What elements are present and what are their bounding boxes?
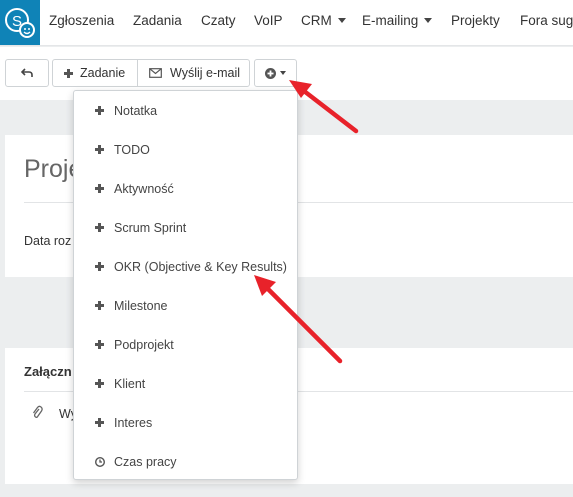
menu-item-label: Notatka [114,103,158,118]
send-email-label: Wyślij e-mail [170,66,241,80]
menu-item-aktywnosc[interactable]: Aktywność [74,169,297,208]
attachments-title: Załączn [24,364,72,379]
plus-icon [64,68,73,78]
logo-icon: S [5,8,35,38]
menu-item-notatka[interactable]: Notatka [74,91,297,130]
date-label: Data roz [24,234,72,248]
envelope-icon [149,68,162,78]
plus-icon [95,106,104,115]
chevron-down-icon [280,71,286,75]
nav-crm[interactable]: CRM [301,13,346,28]
reply-arrow-icon [21,68,33,77]
plus-circle-icon [265,67,276,79]
menu-item-interes[interactable]: Interes [74,403,297,442]
plus-icon [95,145,104,154]
back-button[interactable] [5,59,49,87]
menu-item-klient[interactable]: Klient [74,364,297,403]
nav-emailing[interactable]: E-mailing [362,13,433,28]
plus-icon [95,379,104,388]
add-more-dropdown-menu: Notatka TODO Aktywność Scrum Sprint OKR … [73,90,298,480]
paperclip-icon [32,405,43,418]
menu-item-label: TODO [114,142,150,157]
add-task-label: Zadanie [80,66,126,80]
menu-item-label: Interes [114,415,153,430]
menu-item-label: Podprojekt [114,337,174,352]
nav-fora-sugestii[interactable]: Fora sug [520,13,573,28]
toolbar-button-group: Zadanie Wyślij e-mail [52,59,250,87]
menu-item-milestone[interactable]: Milestone [74,286,297,325]
chevron-down-icon [424,18,433,23]
send-email-button[interactable]: Wyślij e-mail [149,60,240,86]
nav-czaty[interactable]: Czaty [201,13,236,28]
menu-item-todo[interactable]: TODO [74,130,297,169]
clock-icon [95,456,105,467]
plus-icon [95,184,104,193]
app-logo[interactable]: S [0,0,40,45]
nav-zadania[interactable]: Zadania [133,13,182,28]
plus-icon [95,340,104,349]
menu-item-czas-pracy[interactable]: Czas pracy [74,442,297,481]
plus-icon [95,262,104,271]
nav-zgloszenia[interactable]: Zgłoszenia [49,13,114,28]
menu-item-scrum-sprint[interactable]: Scrum Sprint [74,208,297,247]
plus-icon [95,301,104,310]
menu-item-label: Milestone [114,298,168,313]
button-separator [137,60,138,86]
menu-item-label: OKR (Objective & Key Results) [114,259,287,274]
plus-icon [95,223,104,232]
menu-item-label: Scrum Sprint [114,220,187,235]
nav-projekty[interactable]: Projekty [451,13,500,28]
menu-item-label: Klient [114,376,146,391]
add-task-button[interactable]: Zadanie [64,60,125,86]
add-more-dropdown-button[interactable] [254,59,297,87]
menu-item-label: Aktywność [114,181,174,196]
nav-crm-label: CRM [301,13,332,28]
menu-item-okr[interactable]: OKR (Objective & Key Results) [74,247,297,286]
nav-voip[interactable]: VoIP [254,13,283,28]
menu-item-podprojekt[interactable]: Podprojekt [74,325,297,364]
nav-emailing-label: E-mailing [362,13,419,28]
plus-icon [95,418,104,427]
menu-item-label: Czas pracy [114,454,177,469]
top-navigation: S Zgłoszenia Zadania Czaty VoIP CRM E-ma… [0,0,573,46]
chevron-down-icon [337,18,346,23]
